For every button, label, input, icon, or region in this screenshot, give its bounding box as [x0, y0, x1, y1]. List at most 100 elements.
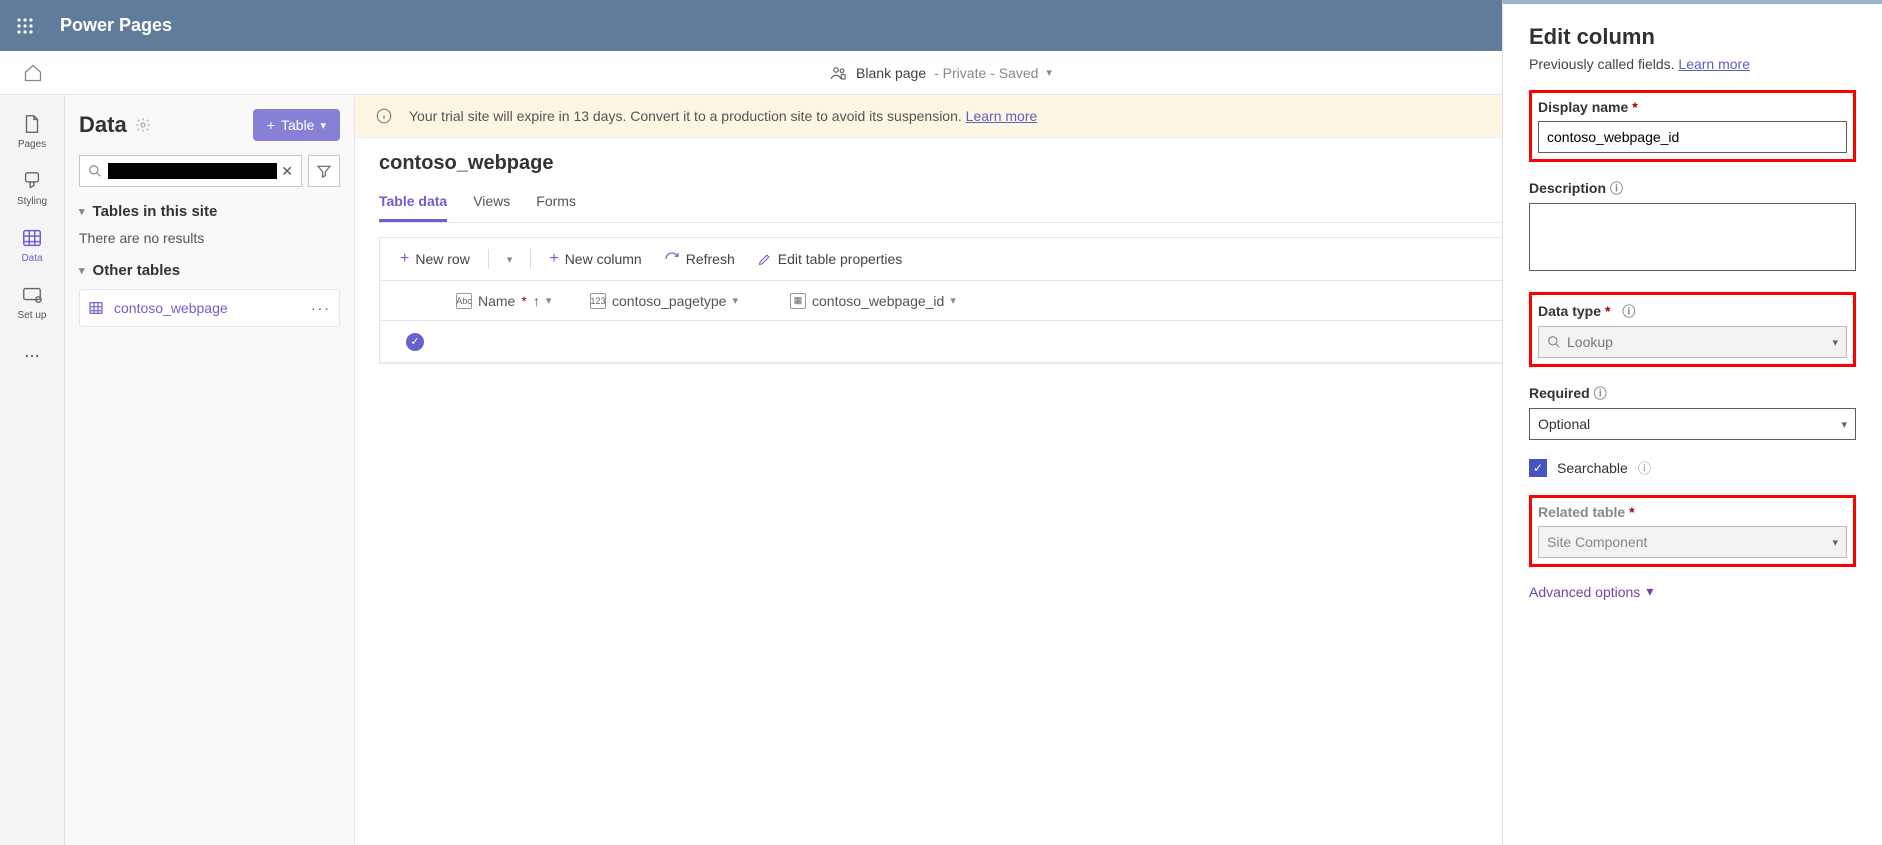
rail-label: Pages	[18, 139, 46, 150]
label: Refresh	[686, 251, 735, 267]
new-table-label: Table	[281, 117, 314, 133]
number-type-icon: 123	[590, 293, 606, 309]
no-results-text: There are no results	[79, 230, 340, 246]
divider	[530, 249, 531, 269]
required-value: Optional	[1538, 416, 1590, 432]
divider	[488, 249, 489, 269]
chevron-down-icon: ▾	[546, 294, 552, 307]
learn-more-link[interactable]: Learn more	[1678, 56, 1750, 72]
filter-button[interactable]	[308, 155, 340, 187]
clear-icon[interactable]: ✕	[281, 163, 293, 180]
side-title: Data	[79, 112, 151, 138]
required-label: Required ⓘ	[1529, 383, 1856, 402]
display-name-label: Display name*	[1538, 99, 1847, 115]
advanced-options-toggle[interactable]: Advanced options ▾	[1529, 583, 1856, 600]
col-label: contoso_pagetype	[612, 293, 726, 309]
highlight-data-type: Data type* ⓘ Lookup ▾	[1529, 292, 1856, 367]
page-name: Blank page	[856, 65, 926, 81]
advanced-label: Advanced options	[1529, 584, 1640, 600]
home-icon[interactable]	[0, 63, 65, 83]
chevron-down-icon: ▾	[1646, 583, 1653, 600]
label: Edit table properties	[778, 251, 903, 267]
description-input[interactable]	[1529, 203, 1856, 271]
app-launcher-icon[interactable]	[0, 17, 50, 35]
edit-table-button[interactable]: Edit table properties	[749, 247, 911, 271]
section-label: Tables in this site	[93, 203, 218, 220]
label: New column	[565, 251, 642, 267]
searchable-label: Searchable	[1557, 460, 1628, 476]
plus-icon: +	[400, 250, 409, 268]
setup-icon	[21, 284, 43, 306]
plus-icon: +	[549, 250, 558, 268]
chevron-down-icon: ▾	[507, 253, 513, 266]
info-icon	[375, 107, 393, 125]
brand-title: Power Pages	[50, 15, 172, 36]
chevron-down-icon: ▾	[732, 294, 738, 307]
col-webpage-id[interactable]: ▦ contoso_webpage_id ▾	[790, 293, 990, 309]
refresh-button[interactable]: Refresh	[656, 247, 743, 271]
new-column-button[interactable]: + New column	[541, 246, 649, 272]
checkbox-checked-icon[interactable]: ✓	[1529, 459, 1547, 477]
new-table-button[interactable]: + Table ▾	[253, 109, 340, 141]
new-row-dropdown[interactable]: ▾	[499, 249, 521, 270]
tab-forms[interactable]: Forms	[536, 183, 576, 222]
rail-data[interactable]: Data	[0, 217, 64, 274]
table-item[interactable]: contoso_webpage ···	[79, 289, 340, 327]
rail-more[interactable]: ...	[0, 331, 64, 372]
rail-styling[interactable]: Styling	[0, 160, 64, 217]
info-icon[interactable]: ⓘ	[1638, 458, 1651, 477]
rail-setup[interactable]: Set up	[0, 274, 64, 331]
section-other-tables[interactable]: ▾ Other tables	[79, 262, 340, 279]
tables-panel: Data + Table ▾ ✕ ▾ Tables in this site T…	[65, 95, 355, 845]
related-table-label: Related table*	[1538, 504, 1847, 520]
chevron-down-icon: ▾	[1832, 336, 1838, 349]
flyout-title: Edit column	[1529, 24, 1856, 50]
page-info[interactable]: Blank page - Private - Saved ▾	[830, 64, 1052, 82]
chevron-down-icon: ▾	[1841, 418, 1847, 431]
trial-learn-more-link[interactable]: Learn more	[966, 108, 1038, 124]
chevron-down-icon: ▾	[1832, 536, 1838, 549]
related-table-dropdown: Site Component ▾	[1538, 526, 1847, 558]
col-pagetype[interactable]: 123 contoso_pagetype ▾	[590, 293, 790, 309]
rail-pages[interactable]: Pages	[0, 103, 64, 160]
rail-label: Set up	[18, 310, 47, 321]
description-label: Description ⓘ	[1529, 178, 1856, 197]
page-visibility: - Private - Saved	[934, 65, 1038, 81]
left-rail: Pages Styling Data Set up ...	[0, 95, 65, 845]
rail-label: Data	[21, 253, 42, 264]
chevron-down-icon: ▾	[950, 294, 956, 307]
tab-views[interactable]: Views	[473, 183, 510, 222]
search-icon	[88, 164, 102, 178]
section-tables-site[interactable]: ▾ Tables in this site	[79, 203, 340, 220]
info-icon[interactable]: ⓘ	[1622, 301, 1635, 320]
check-icon: ✓	[406, 333, 424, 351]
trial-text: Your trial site will expire in 13 days. …	[409, 108, 962, 124]
flyout-subtitle: Previously called fields. Learn more	[1529, 56, 1856, 72]
col-name[interactable]: Abc Name* ↑ ▾	[450, 293, 590, 309]
table-item-label: contoso_webpage	[114, 300, 228, 316]
sort-asc-icon: ↑	[533, 293, 540, 309]
row-check[interactable]: ✓	[380, 333, 450, 351]
searchable-row[interactable]: ✓ Searchable ⓘ	[1529, 458, 1856, 477]
info-icon[interactable]: ⓘ	[1594, 383, 1607, 402]
chevron-down-icon: ▾	[79, 205, 85, 218]
text-type-icon: Abc	[456, 293, 472, 309]
search-input[interactable]	[108, 163, 277, 179]
display-name-input[interactable]	[1538, 121, 1847, 153]
gear-icon[interactable]	[135, 117, 151, 133]
more-icon[interactable]: ···	[311, 300, 331, 316]
chevron-down-icon: ▾	[320, 119, 326, 132]
data-type-label: Data type* ⓘ	[1538, 301, 1847, 320]
tab-table-data[interactable]: Table data	[379, 183, 447, 222]
label: New row	[415, 251, 469, 267]
search-box[interactable]: ✕	[79, 155, 302, 187]
new-row-button[interactable]: + New row	[392, 246, 478, 272]
people-icon	[830, 64, 848, 82]
section-label: Other tables	[93, 262, 181, 279]
highlight-display-name: Display name*	[1529, 90, 1856, 162]
chevron-down-icon: ▾	[1046, 66, 1052, 79]
info-icon[interactable]: ⓘ	[1610, 178, 1623, 197]
required-dropdown[interactable]: Optional ▾	[1529, 408, 1856, 440]
col-label: Name	[478, 293, 515, 309]
brush-icon	[21, 170, 43, 192]
